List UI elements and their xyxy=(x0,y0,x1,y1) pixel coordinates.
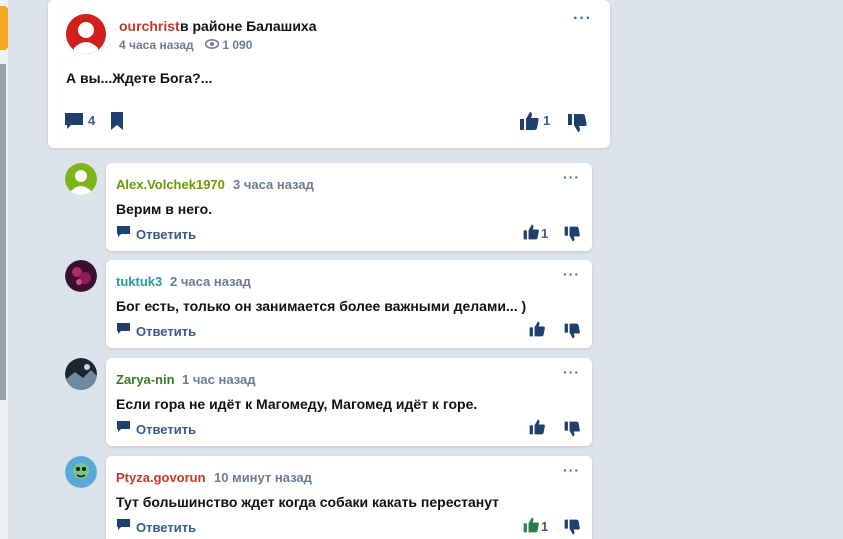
comment-like-icon[interactable] xyxy=(522,223,540,246)
cartoon-avatar-icon xyxy=(65,456,97,488)
comment-dislike-icon[interactable] xyxy=(563,420,581,443)
comment-like-count: 1 xyxy=(541,226,549,241)
post-comment-count: 4 xyxy=(88,113,96,128)
comment-dislike-icon[interactable] xyxy=(563,518,581,539)
comment-like-icon[interactable] xyxy=(528,418,546,441)
comment-avatar[interactable] xyxy=(65,163,97,195)
comment-author[interactable]: Alex.Volchek1970 xyxy=(116,177,225,192)
comment-avatar[interactable] xyxy=(65,358,97,390)
post-time: 4 часа назад xyxy=(119,38,194,52)
reply-button[interactable]: Ответить xyxy=(116,420,196,438)
comment-icon xyxy=(116,322,131,340)
comment-card: Ptyza.govorun 10 минут назад ··· Тут бол… xyxy=(65,456,592,539)
person-silhouette-icon xyxy=(66,14,106,54)
post-meta: 4 часа назад 1 090 xyxy=(119,38,252,52)
post-views: 1 090 xyxy=(222,38,253,52)
comment-text: Тут большинство ждет когда собаки какать… xyxy=(116,494,500,510)
eye-icon xyxy=(204,38,222,52)
comment-more-menu[interactable]: ··· xyxy=(563,364,580,380)
post-text: А вы...Ждете Бога?... xyxy=(66,70,213,86)
bookmark-icon[interactable] xyxy=(110,111,124,136)
post-like-icon[interactable] xyxy=(518,110,540,137)
comment-icon xyxy=(116,420,131,438)
comment-text: Если гора не идёт к Магомеду, Магомед ид… xyxy=(116,396,478,412)
reply-label: Ответить xyxy=(136,226,197,242)
comment-more-menu[interactable]: ··· xyxy=(563,266,580,282)
comment-author[interactable]: Zarya-nin xyxy=(116,372,175,387)
comment-text: Бог есть, только он занимается более важ… xyxy=(116,298,527,314)
reply-label: Ответить xyxy=(136,519,197,535)
post-location: в районе Балашиха xyxy=(180,18,317,34)
comment-more-menu[interactable]: ··· xyxy=(563,462,580,478)
post-like-count: 1 xyxy=(543,113,551,128)
comment-time: 2 часа назад xyxy=(170,274,251,289)
reply-label: Ответить xyxy=(136,323,197,339)
reply-button[interactable]: Ответить xyxy=(116,225,196,243)
comment-avatar[interactable] xyxy=(65,260,97,292)
comment-time: 3 часа назад xyxy=(233,177,314,192)
orange-tab[interactable] xyxy=(0,6,8,50)
comment-avatar[interactable] xyxy=(65,456,97,488)
left-sidebar-strip xyxy=(0,0,8,539)
flower-photo-icon xyxy=(65,260,97,292)
comment-more-menu[interactable]: ··· xyxy=(563,169,580,185)
comment-card: Alex.Volchek1970 3 часа назад ··· Верим … xyxy=(65,163,592,251)
comment-card: Zarya-nin 1 час назад ··· Если гора не и… xyxy=(65,358,592,446)
comment-like-count: 1 xyxy=(541,519,549,534)
reply-button[interactable]: Ответить xyxy=(116,322,196,340)
comment-author[interactable]: tuktuk3 xyxy=(116,274,162,289)
comment-icon xyxy=(116,518,131,536)
post-author-avatar[interactable] xyxy=(66,14,106,54)
comment-icon[interactable] xyxy=(64,112,84,135)
comment-text: Верим в него. xyxy=(116,201,213,217)
comment-dislike-icon[interactable] xyxy=(563,225,581,248)
comment-card: tuktuk3 2 часа назад ··· Бог есть, тольк… xyxy=(65,260,592,348)
comment-icon xyxy=(116,225,131,243)
comment-time: 1 час назад xyxy=(182,372,256,387)
scrollbar[interactable] xyxy=(0,64,6,400)
comment-like-icon-active[interactable] xyxy=(522,516,540,539)
post-author-name[interactable]: ourchrist xyxy=(119,18,180,34)
post-dislike-icon[interactable] xyxy=(566,112,588,139)
post-card: ourchrist в районе Балашиха 4 часа назад… xyxy=(48,0,610,148)
comment-dislike-icon[interactable] xyxy=(563,322,581,345)
comment-like-icon[interactable] xyxy=(528,320,546,343)
comment-author[interactable]: Ptyza.govorun xyxy=(116,470,206,485)
reply-label: Ответить xyxy=(136,421,197,437)
post-more-menu[interactable]: ··· xyxy=(573,10,592,28)
reply-button[interactable]: Ответить xyxy=(116,518,196,536)
landscape-photo-icon xyxy=(65,358,97,390)
comment-time: 10 минут назад xyxy=(214,470,312,485)
person-silhouette-icon xyxy=(65,163,97,195)
